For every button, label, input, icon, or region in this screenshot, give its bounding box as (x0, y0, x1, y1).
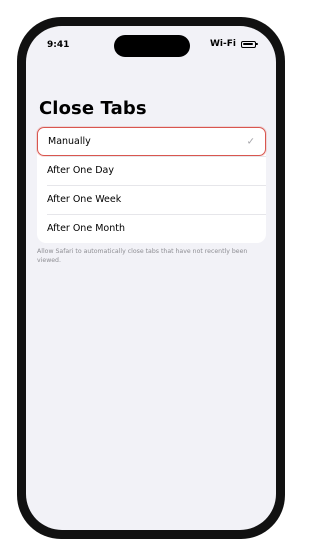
status-time: 9:41 (47, 40, 70, 50)
phone-frame: 9:41 Wi-Fi Close Tabs Manually ✓ After O… (17, 17, 285, 539)
status-indicators: Wi-Fi (210, 39, 258, 49)
screen: 9:41 Wi-Fi Close Tabs Manually ✓ After O… (26, 26, 276, 530)
dynamic-island (114, 35, 190, 57)
checkmark-icon: ✓ (246, 136, 255, 147)
option-after-one-week[interactable]: After One Week (37, 185, 266, 214)
option-after-one-month[interactable]: After One Month (37, 214, 266, 243)
battery-icon (240, 40, 258, 48)
option-manually[interactable]: Manually ✓ (37, 127, 266, 156)
wifi-label: Wi-Fi (210, 39, 236, 49)
option-label: After One Month (47, 223, 125, 234)
page-title: Close Tabs (39, 98, 147, 119)
close-tabs-options: Manually ✓ After One Day After One Week … (37, 127, 266, 243)
option-label: After One Week (47, 194, 122, 205)
option-label: Manually (48, 136, 91, 147)
footer-note: Allow Safari to automatically close tabs… (37, 248, 248, 264)
option-label: After One Day (47, 165, 114, 176)
option-after-one-day[interactable]: After One Day (37, 156, 266, 185)
